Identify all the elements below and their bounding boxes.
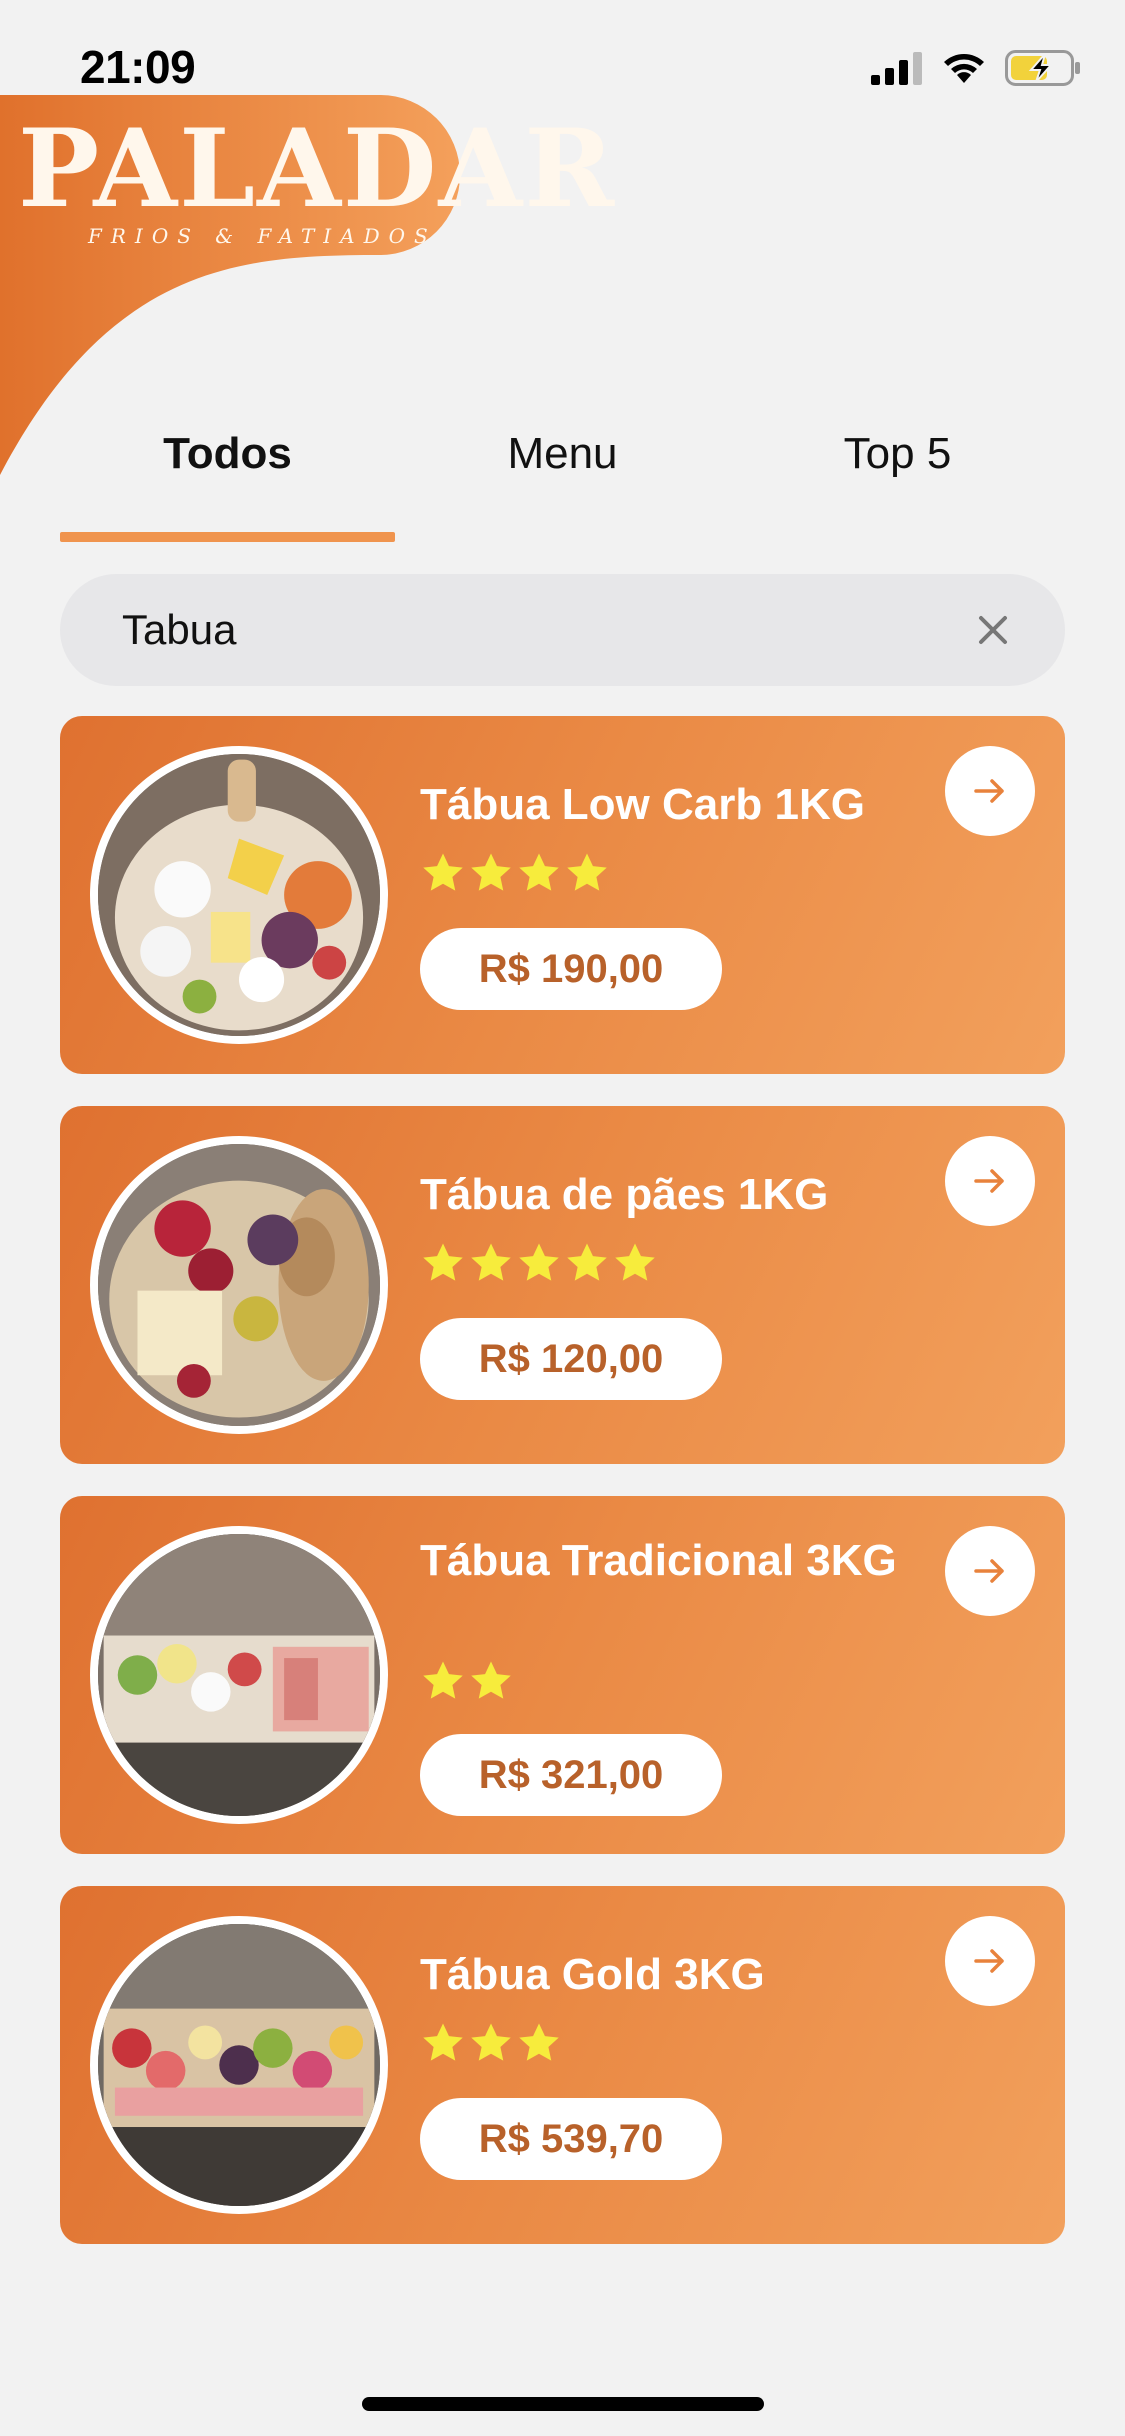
star-icon (471, 1243, 511, 1281)
price-badge: R$ 120,00 (420, 1318, 722, 1400)
star-icon (471, 853, 511, 891)
brand-tagline: FRIOS & FATIADOS (88, 224, 437, 248)
product-card[interactable]: Tábua Tradicional 3KG R$ 321,00 (60, 1496, 1065, 1854)
search-input[interactable] (122, 574, 962, 686)
status-icons (871, 48, 1081, 88)
product-card[interactable]: Tábua Low Carb 1KG R$ 190,00 (60, 716, 1065, 1074)
star-icon (423, 1661, 463, 1699)
rating-stars (420, 1240, 658, 1288)
tab-menu[interactable]: Menu (395, 420, 730, 520)
cellular-signal-icon (871, 52, 922, 85)
rating-stars (420, 850, 610, 898)
star-icon (567, 1243, 607, 1281)
price-badge: R$ 321,00 (420, 1734, 722, 1816)
product-title: Tábua de pães 1KG (420, 1170, 829, 1219)
product-image (90, 1916, 388, 2214)
star-icon (567, 853, 607, 891)
price-badge: R$ 190,00 (420, 928, 722, 1010)
star-icon (423, 853, 463, 891)
price-badge: R$ 539,70 (420, 2098, 722, 2180)
tab-top-5[interactable]: Top 5 (730, 420, 1065, 520)
home-indicator[interactable] (362, 2397, 764, 2411)
arrow-right-icon (974, 779, 1004, 803)
product-image (90, 1136, 388, 1434)
rating-stars (420, 1658, 514, 1706)
category-tabs: Todos Menu Top 5 (60, 420, 1065, 542)
tab-todos[interactable]: Todos (60, 420, 395, 520)
star-icon (519, 2023, 559, 2061)
open-product-button[interactable] (945, 746, 1035, 836)
product-card[interactable]: Tábua de pães 1KG R$ 120,00 (60, 1106, 1065, 1464)
star-icon (423, 2023, 463, 2061)
product-title: Tábua Tradicional 3KG (420, 1536, 897, 1585)
open-product-button[interactable] (945, 1136, 1035, 1226)
product-title: Tábua Low Carb 1KG (420, 780, 865, 829)
star-icon (423, 1243, 463, 1281)
wifi-icon (944, 54, 984, 83)
star-icon (615, 1243, 655, 1281)
arrow-right-icon (974, 1559, 1004, 1583)
product-title: Tábua Gold 3KG (420, 1950, 765, 1999)
search-bar (60, 574, 1065, 686)
star-icon (519, 853, 559, 891)
star-icon (519, 1243, 559, 1281)
status-bar: 21:09 (0, 0, 1125, 95)
brand-logo-text: PALADAR (18, 106, 617, 232)
status-time: 21:09 (80, 41, 196, 93)
product-image (90, 746, 388, 1044)
active-tab-indicator (60, 532, 395, 542)
rating-stars (420, 2020, 562, 2068)
open-product-button[interactable] (945, 1526, 1035, 1616)
star-icon (471, 2023, 511, 2061)
arrow-right-icon (974, 1949, 1004, 1973)
open-product-button[interactable] (945, 1916, 1035, 2006)
product-image (90, 1526, 388, 1824)
product-card[interactable]: Tábua Gold 3KG R$ 539,70 (60, 1886, 1065, 2244)
arrow-right-icon (974, 1169, 1004, 1193)
close-icon[interactable] (973, 610, 1013, 650)
battery-charging-icon (1005, 50, 1080, 86)
star-icon (471, 1661, 511, 1699)
